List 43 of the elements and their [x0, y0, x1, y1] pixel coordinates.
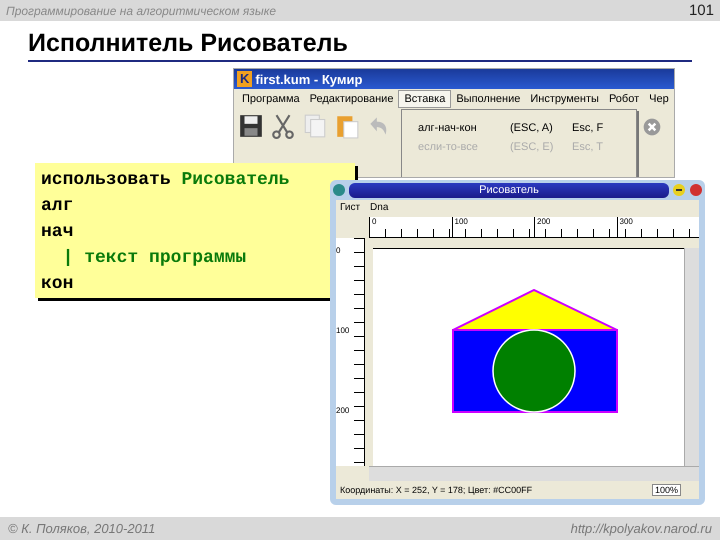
menu-item[interactable]: Редактирование — [304, 91, 398, 107]
slide-header-text: Программирование на алгоритмическом языке — [6, 4, 276, 18]
vertical-scrollbar[interactable] — [684, 248, 699, 466]
window-title: Рисователь — [479, 184, 539, 196]
code-line: кон — [41, 273, 74, 296]
ruler-label: 300 — [616, 217, 699, 237]
shortcut-text: Esc, F — [572, 122, 604, 136]
minimize-icon[interactable] — [672, 183, 686, 197]
code-line: алг — [41, 195, 74, 218]
menu-item[interactable]: Dna — [370, 202, 388, 215]
shortcut-text: (ESC, A) — [510, 122, 554, 136]
code-line: | текст программы — [62, 247, 246, 270]
ruler-label: 200 — [336, 406, 350, 417]
window-title: first.kum - Кумир — [255, 72, 362, 86]
ruler-label: 0 — [336, 246, 342, 257]
horizontal-scrollbar[interactable] — [369, 466, 699, 481]
slide-title: Исполнитель Рисователь — [28, 29, 348, 57]
zoom-field[interactable]: 100% — [652, 484, 681, 496]
shortcut-text: (ESC, E) — [510, 141, 554, 155]
menu-item[interactable]: Робот — [604, 91, 644, 107]
menu-item[interactable]: Инструменты — [525, 91, 604, 107]
menu-item[interactable]: Выполнение — [451, 91, 526, 107]
copy-icon[interactable] — [302, 113, 328, 139]
close-icon[interactable] — [642, 117, 662, 137]
page-number: 101 — [688, 2, 714, 19]
status-text: Координаты: X = 252, Y = 178; Цвет: #CC00FF — [340, 485, 532, 495]
code-line: нач — [41, 221, 74, 244]
menu-item[interactable]: Гист — [340, 202, 360, 215]
window-icon — [332, 183, 346, 197]
ruler-label: 200 — [534, 217, 616, 237]
app-logo: K — [237, 71, 252, 87]
ruler-label: 0 — [369, 217, 452, 237]
save-icon[interactable] — [238, 113, 264, 139]
copyright-text: © К. Поляков, 2010-2011 — [8, 521, 156, 536]
menu-item[interactable]: Программа — [237, 91, 305, 107]
shortcut-text: Esc, T — [572, 141, 603, 155]
menu-item[interactable]: Вставка — [398, 90, 452, 108]
menu-option[interactable]: алг-нач-кон — [418, 122, 510, 141]
code-line: использовать Рисователь — [41, 169, 290, 192]
cut-icon[interactable] — [270, 113, 296, 139]
ruler-label: 100 — [452, 217, 534, 237]
ruler-label: 100 — [336, 326, 350, 337]
menu-item[interactable]: Чер — [644, 91, 674, 107]
